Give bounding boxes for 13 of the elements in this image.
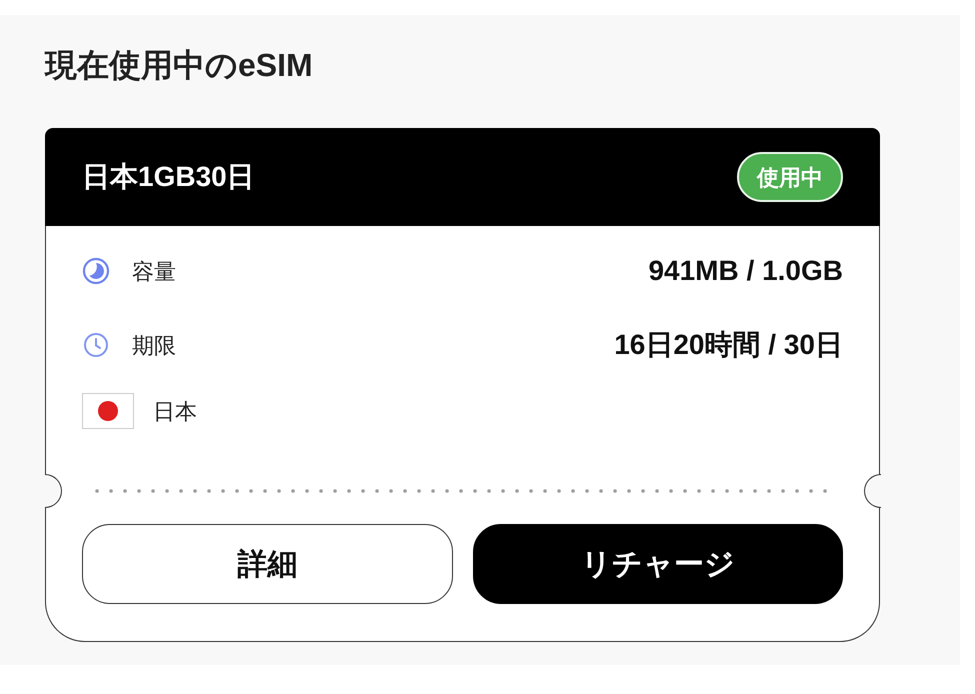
- flag-icon: [82, 393, 134, 429]
- status-badge: 使用中: [737, 152, 843, 202]
- detail-value: 941MB / 1.0GB: [648, 254, 843, 288]
- clock-icon: [82, 331, 110, 359]
- detail-label: 容量: [132, 258, 176, 286]
- detail-value: 16日20時間 / 30日: [614, 328, 843, 362]
- pie-chart-icon: [82, 257, 110, 285]
- plan-name: 日本1GB30日: [82, 160, 255, 194]
- recharge-button[interactable]: リチャージ: [472, 524, 843, 604]
- country-label: 日本: [153, 398, 197, 426]
- detail-label: 期限: [132, 332, 176, 360]
- details-button[interactable]: 詳細: [82, 524, 452, 604]
- section-title: 現在使用中のeSIM: [45, 46, 313, 85]
